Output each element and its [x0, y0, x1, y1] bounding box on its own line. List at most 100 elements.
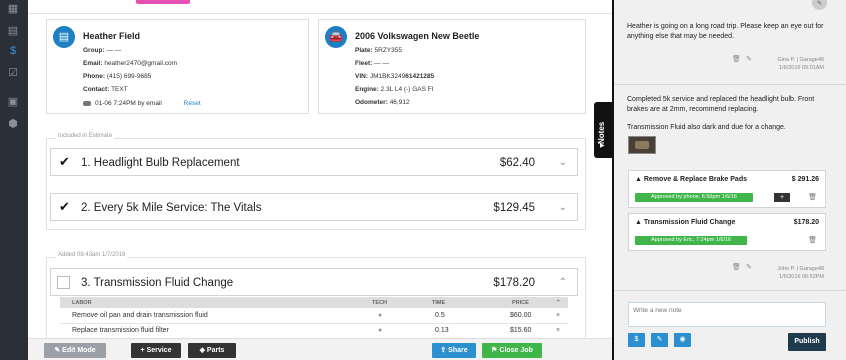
id-card-icon[interactable]: ▣	[6, 95, 20, 109]
estimate-item-title: ▲ Transmission Fluid Change	[635, 219, 736, 226]
vehicle-plate: Plate: 5RZY355	[355, 47, 402, 54]
contact-card-icon: ▤	[53, 26, 75, 48]
job-row-2[interactable]: ✔ 2. Every 5k Mile Service: The Vitals $…	[50, 193, 578, 221]
note-text: Completed 5k service and replaced the he…	[627, 96, 815, 113]
price-col: PRICE	[512, 300, 529, 306]
labor-price: $60.00	[510, 312, 532, 319]
reset-link[interactable]: Reset	[184, 100, 201, 107]
chevron-up-icon[interactable]: ⌃	[556, 300, 561, 306]
status-tag[interactable]	[136, 0, 190, 4]
trash-icon[interactable]: 🗑	[732, 263, 741, 271]
calendar-grid-icon[interactable]: ▤	[6, 24, 20, 38]
notes-tab[interactable]: Notes ▶	[594, 102, 612, 158]
job-price: $178.20	[493, 277, 535, 289]
estimate-item-price: $ 291.26	[791, 176, 819, 183]
bottom-toolbar: ✎ Edit Mode + Service ◈ Parts ⇪ Share ⚑ …	[28, 338, 612, 360]
tech-person-icon[interactable]: ●	[378, 312, 382, 319]
vehicle-vin: VIN: JM1BK324961421285	[355, 73, 435, 80]
job-row-3[interactable]: 3. Transmission Fluid Change $178.20 ⌃	[50, 268, 578, 296]
pencil-icon[interactable]: ✎	[746, 263, 752, 271]
new-note-input[interactable]	[628, 302, 826, 327]
attached-photo[interactable]	[628, 136, 656, 154]
box-icon[interactable]: ⬢	[6, 117, 20, 131]
close-job-button[interactable]: ⚑ Close Job	[482, 343, 542, 358]
time-col: TIME	[432, 300, 446, 306]
chevron-down-icon[interactable]: ⌄	[559, 202, 567, 213]
customer-card: ▤ Heather Field Group: — — Email: heathe…	[46, 19, 309, 114]
notes-tab-label: Notes	[597, 121, 606, 144]
labor-desc: Replace transmission fluid filter	[72, 327, 169, 334]
add-parts-button[interactable]: ◈ Parts	[188, 343, 236, 358]
job-row-1[interactable]: ✔ 1. Headlight Bulb Replacement $62.40 ⌄	[50, 148, 578, 176]
trash-icon[interactable]: 🗑	[808, 193, 817, 201]
customer-phone: Phone: (415) 699-9685	[83, 73, 152, 80]
vehicle-odometer: Odometer: 46,912	[355, 99, 410, 106]
add-service-button[interactable]: + Service	[131, 343, 181, 358]
customer-name[interactable]: Heather Field	[83, 31, 140, 41]
job-price: $129.45	[493, 202, 535, 214]
chevron-down-icon[interactable]: ⌄	[559, 157, 567, 168]
chevron-right-icon: ▶	[600, 143, 605, 149]
customer-email: Email: heather2470@gmail.com	[83, 60, 178, 67]
notes-panel: ✎ Heather is going on a long road trip. …	[614, 0, 846, 360]
note-separator	[614, 290, 846, 291]
checklist-icon[interactable]: ☑	[6, 66, 20, 80]
car-icon	[83, 100, 91, 106]
labor-time: 0.5	[435, 312, 445, 319]
note-author: John P. | Garage48	[777, 266, 824, 272]
job-title: 3. Transmission Fluid Change	[81, 277, 234, 289]
labor-desc: Remove oil pan and drain transmission fl…	[72, 312, 208, 319]
note-author: Gina P. | Garage48	[777, 57, 824, 63]
estimate-item-card[interactable]: ▲ Remove & Replace Brake Pads $ 291.26 A…	[628, 170, 826, 208]
vehicle-card: 🚘 2006 Volkswagen New Beetle Plate: 5RZY…	[318, 19, 586, 114]
chevron-up-icon[interactable]: ⌃	[559, 277, 567, 288]
edit-mode-button[interactable]: ✎ Edit Mode	[44, 343, 106, 358]
job-title: 1. Headlight Bulb Replacement	[81, 157, 240, 169]
publish-button[interactable]: Publish	[788, 333, 826, 351]
note-meta: John P. | Garage48 1/6/2016 06:52PM	[777, 265, 824, 281]
tech-col: TECH	[372, 300, 387, 306]
note-text: Transmission Fluid also dark and due for…	[627, 124, 786, 131]
tech-person-icon[interactable]: ●	[378, 327, 382, 334]
checkmark-icon[interactable]: ✔	[59, 155, 71, 168]
trash-icon[interactable]: 🗑	[808, 236, 817, 244]
trash-icon[interactable]: 🗑	[732, 55, 741, 63]
edit-icon[interactable]: ✎	[651, 333, 668, 347]
dollar-icon[interactable]: $	[6, 44, 20, 58]
share-button[interactable]: ⇪ Share	[432, 343, 476, 358]
vehicle-engine: Engine: 2.3L L4 (-) GAS FI	[355, 86, 434, 93]
labor-row[interactable]: Remove oil pan and drain transmission fl…	[60, 309, 568, 324]
top-strip	[28, 0, 612, 14]
repair-order-main: ▤ Heather Field Group: — — Email: heathe…	[28, 0, 612, 360]
estimate-item-title: ▲ Remove & Replace Brake Pads	[635, 176, 747, 183]
checkmark-icon[interactable]: ✔	[59, 200, 71, 213]
note-text: Heather is going on a long road trip. Pl…	[627, 23, 824, 40]
vehicle-fleet: Fleet: — —	[355, 60, 389, 67]
dollar-icon[interactable]: $	[628, 333, 645, 347]
job-price: $62.40	[499, 157, 535, 169]
labor-table-header: LABOR TECH TIME PRICE ⌃	[60, 297, 568, 308]
car-icon: 🚘	[325, 26, 347, 48]
included-label: Included in Estimate	[56, 133, 115, 139]
calendar-icon[interactable]: ▦	[6, 2, 20, 16]
estimate-item-price: $178.20	[793, 219, 819, 226]
note-time: 1/6/2016 06:52PM	[779, 274, 824, 280]
camera-icon[interactable]: ◉	[674, 333, 691, 347]
approval-badge: Approved by phone, 6:56pm 1/6/16	[635, 193, 753, 202]
pencil-icon[interactable]: ✎	[746, 55, 752, 63]
vehicle-name[interactable]: 2006 Volkswagen New Beetle	[355, 31, 479, 41]
approval-badge: Approved by Eric, 7:24pm 1/6/16	[635, 236, 748, 245]
estimate-item-card[interactable]: ▲ Transmission Fluid Change $178.20 Appr…	[628, 213, 826, 251]
labor-col: LABOR	[72, 300, 92, 306]
add-button[interactable]: +	[774, 193, 790, 202]
note-meta: Gina P. | Garage48 1/6/2016 09:01AM	[777, 56, 824, 72]
customer-contact: Contact: TEXT	[83, 86, 128, 93]
labor-price: $15.60	[510, 327, 532, 334]
labor-row[interactable]: Replace transmission fluid filter ● 0.13…	[60, 324, 568, 339]
job-checkbox[interactable]	[57, 276, 70, 289]
app-sidebar: ▦ ▤ $ ☑ ▣ ⬢	[0, 0, 28, 360]
pencil-icon[interactable]: ✎	[812, 0, 827, 10]
remove-icon[interactable]: ×	[556, 327, 560, 334]
added-label: Added 08:43am 1/7/2016	[56, 252, 128, 258]
remove-icon[interactable]: ×	[556, 312, 560, 319]
